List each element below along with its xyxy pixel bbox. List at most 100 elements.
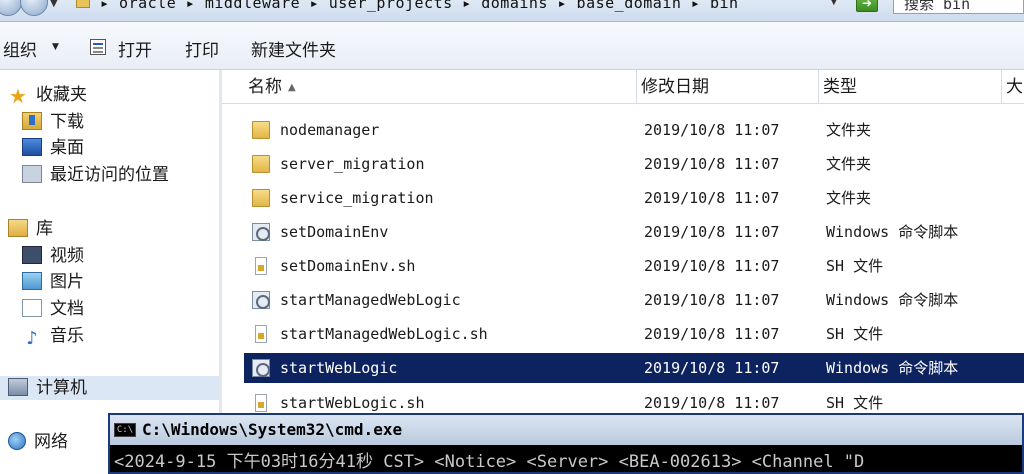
column-header-size[interactable]: 大 (1002, 70, 1024, 104)
open-button[interactable]: 打开 (118, 36, 152, 61)
open-icon[interactable] (90, 39, 106, 55)
file-name: setDomainEnv (280, 223, 389, 241)
file-name: setDomainEnv.sh (280, 257, 416, 275)
file-type: 文件夹 (826, 155, 872, 173)
star-icon: ★ (9, 84, 27, 108)
nav-label: 最近访问的位置 (50, 165, 169, 185)
refresh-icon[interactable]: ➜ (856, 0, 878, 12)
batch-file-icon (252, 291, 270, 309)
batch-file-icon (252, 359, 270, 377)
nav-item-network[interactable]: 网络 (8, 430, 68, 454)
nav-label: 网络 (34, 432, 68, 452)
file-date: 2019/10/8 11:07 (644, 223, 780, 241)
file-date: 2019/10/8 11:07 (644, 325, 780, 343)
file-type: Windows 命令脚本 (826, 359, 959, 377)
column-label: 名称 (248, 77, 282, 97)
nav-label: 下载 (50, 112, 84, 132)
forward-button[interactable] (20, 0, 48, 16)
chevron-down-icon[interactable]: ▼ (52, 42, 59, 52)
address-bar: ▼ ▸ oracle ▸ middleware ▸ user_projects … (0, 0, 1024, 22)
file-row[interactable]: startManagedWebLogic.sh 2019/10/8 11:07 … (244, 319, 1024, 349)
nav-item-pictures[interactable]: 图片 (22, 270, 84, 294)
network-icon (8, 432, 26, 450)
file-date: 2019/10/8 11:07 (644, 291, 780, 309)
command-bar: 组织 ▼ 打开 打印 新建文件夹 (0, 22, 1024, 70)
file-date: 2019/10/8 11:07 (644, 121, 780, 139)
print-button[interactable]: 打印 (185, 36, 219, 61)
nav-label: 视频 (50, 246, 84, 266)
new-folder-button[interactable]: 新建文件夹 (251, 36, 336, 61)
file-type: Windows 命令脚本 (826, 223, 959, 241)
computer-icon (8, 378, 28, 396)
console-icon: C:\ (114, 423, 136, 437)
sh-file-icon (255, 257, 267, 275)
recent-pages-dropdown-icon[interactable]: ▼ (50, 0, 58, 9)
sh-file-icon (255, 394, 267, 412)
libraries-icon (8, 219, 28, 237)
file-name: service_migration (280, 189, 434, 207)
file-row-selected[interactable]: startWebLogic 2019/10/8 11:07 Windows 命令… (244, 353, 1024, 383)
column-header-name[interactable]: 名称 ▲ (244, 70, 637, 104)
file-date: 2019/10/8 11:07 (644, 189, 780, 207)
file-row[interactable]: nodemanager 2019/10/8 11:07 文件夹 (244, 115, 1024, 145)
file-date: 2019/10/8 11:07 (644, 257, 780, 275)
music-icon: ♪ (26, 328, 38, 349)
file-date: 2019/10/8 11:07 (644, 359, 780, 377)
file-row[interactable]: service_migration 2019/10/8 11:07 文件夹 (244, 183, 1024, 213)
file-name: server_migration (280, 155, 425, 173)
nav-label: 库 (36, 219, 53, 239)
folder-icon (76, 0, 90, 8)
nav-item-favorites[interactable]: ★ 收藏夹 (8, 83, 87, 107)
file-type: SH 文件 (826, 257, 884, 275)
file-type: 文件夹 (826, 189, 872, 207)
nav-label: 音乐 (50, 326, 84, 346)
file-type: Windows 命令脚本 (826, 291, 959, 309)
desktop-icon (22, 138, 42, 156)
back-button[interactable] (0, 0, 22, 16)
nav-item-music[interactable]: ♪ 音乐 (22, 324, 84, 348)
downloads-icon (22, 112, 42, 130)
file-row[interactable]: server_migration 2019/10/8 11:07 文件夹 (244, 149, 1024, 179)
nav-item-documents[interactable]: 文档 (22, 297, 84, 321)
nav-item-computer[interactable]: 计算机 (0, 376, 219, 400)
batch-file-icon (252, 223, 270, 241)
file-row[interactable]: startManagedWebLogic 2019/10/8 11:07 Win… (244, 285, 1024, 315)
column-header-date[interactable]: 修改日期 (637, 70, 819, 104)
address-dropdown-icon[interactable]: ▼ (830, 0, 838, 7)
nav-item-desktop[interactable]: 桌面 (22, 136, 84, 160)
nav-label: 计算机 (36, 378, 87, 398)
cmd-title: C:\Windows\System32\cmd.exe (142, 420, 403, 439)
organize-button[interactable]: 组织 (3, 36, 37, 61)
console-output: <2024-9-15 下午03时16分41秒 CST> <Notice> <Se… (114, 452, 865, 472)
folder-icon (252, 189, 270, 207)
folder-icon (252, 121, 270, 139)
file-name: nodemanager (280, 121, 380, 139)
folder-icon (252, 155, 270, 173)
file-type: 文件夹 (826, 121, 872, 139)
sh-file-icon (255, 325, 267, 343)
file-type: SH 文件 (826, 325, 884, 343)
nav-label: 收藏夹 (36, 85, 87, 105)
column-header-row: 名称 ▲ 修改日期 类型 大 (222, 70, 1024, 104)
file-row[interactable]: setDomainEnv 2019/10/8 11:07 Windows 命令脚… (244, 217, 1024, 247)
recent-places-icon (22, 165, 42, 183)
search-input[interactable]: 搜索 bin (893, 0, 1024, 14)
file-name: startWebLogic (280, 359, 398, 377)
sort-ascending-icon: ▲ (288, 82, 296, 93)
file-name: startManagedWebLogic.sh (280, 325, 488, 343)
cmd-window[interactable]: C:\ C:\Windows\System32\cmd.exe <2024-9-… (108, 413, 1024, 474)
file-name: startManagedWebLogic (280, 291, 461, 309)
file-row[interactable]: setDomainEnv.sh 2019/10/8 11:07 SH 文件 (244, 251, 1024, 281)
video-icon (22, 246, 42, 264)
documents-icon (22, 299, 42, 317)
breadcrumb[interactable]: ▸ oracle ▸ middleware ▸ user_projects ▸ … (100, 0, 739, 12)
nav-item-recent[interactable]: 最近访问的位置 (22, 163, 169, 187)
nav-item-videos[interactable]: 视频 (22, 244, 84, 268)
column-header-type[interactable]: 类型 (819, 70, 1002, 104)
nav-label: 文档 (50, 299, 84, 319)
nav-item-downloads[interactable]: 下载 (22, 110, 84, 134)
nav-item-libraries[interactable]: 库 (8, 217, 53, 241)
pictures-icon (22, 272, 42, 290)
file-date: 2019/10/8 11:07 (644, 155, 780, 173)
cmd-title-bar[interactable]: C:\ C:\Windows\System32\cmd.exe (110, 415, 1022, 445)
